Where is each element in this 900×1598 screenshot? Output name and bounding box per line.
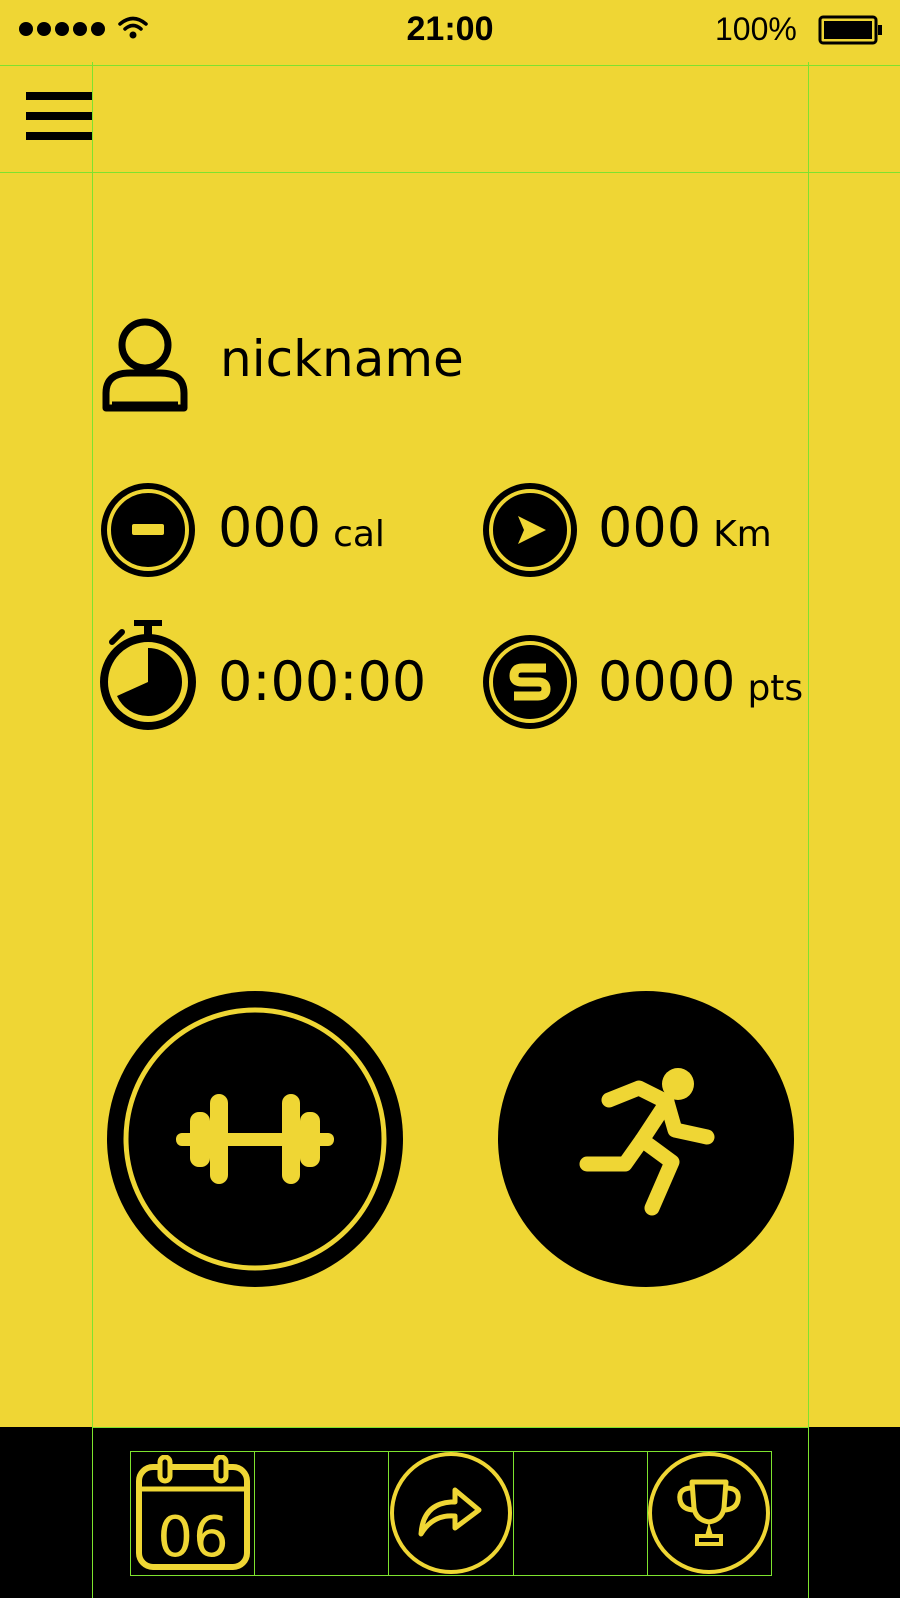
share-arrow-icon	[390, 1452, 512, 1574]
tab-share[interactable]	[388, 1451, 514, 1576]
guide-line	[92, 1427, 93, 1598]
guide-line	[808, 1427, 809, 1598]
calories-value: 000	[218, 496, 322, 559]
stopwatch-icon	[100, 620, 196, 730]
dumbbell-icon	[107, 991, 403, 1287]
distance-unit: Km	[713, 514, 772, 555]
workout-button[interactable]	[106, 990, 404, 1288]
running-person-icon	[498, 991, 794, 1287]
menu-button[interactable]	[24, 90, 94, 150]
nickname-label: nickname	[220, 330, 464, 388]
distance-value: 000	[598, 496, 702, 559]
guide-line	[808, 62, 809, 1598]
user-icon	[102, 318, 188, 412]
tab-cell-empty	[513, 1451, 648, 1576]
bottom-tab-bar: 06	[0, 1427, 900, 1598]
stat-calories: 000 cal	[100, 482, 440, 578]
minus-circle-icon	[101, 483, 195, 577]
hamburger-menu-icon	[26, 92, 92, 140]
battery-icon	[818, 15, 882, 45]
tab-trophy[interactable]	[647, 1451, 772, 1576]
stat-distance: 000 Km	[482, 482, 802, 578]
calories-unit: cal	[333, 514, 385, 555]
tab-cell-empty	[254, 1451, 389, 1576]
guide-line	[92, 1427, 808, 1428]
guide-line	[0, 172, 900, 173]
play-circle-icon	[483, 483, 577, 577]
duration-value: 0:00:00	[218, 650, 427, 713]
calendar-day: 06	[157, 1505, 228, 1570]
calendar-icon: 06	[136, 1455, 250, 1570]
status-bar: 21:00 100%	[0, 0, 900, 62]
s-coin-icon	[483, 635, 577, 729]
tab-calendar[interactable]: 06	[130, 1451, 255, 1576]
guide-line	[0, 65, 900, 66]
points-value: 0000	[598, 650, 736, 713]
trophy-icon	[648, 1452, 770, 1574]
guide-line	[92, 62, 93, 1598]
stat-duration: 0:00:00	[100, 618, 440, 730]
run-button[interactable]	[497, 990, 795, 1288]
points-unit: pts	[747, 668, 804, 709]
stat-points: 0000 pts	[482, 634, 804, 730]
battery-percent: 100%	[715, 11, 797, 47]
